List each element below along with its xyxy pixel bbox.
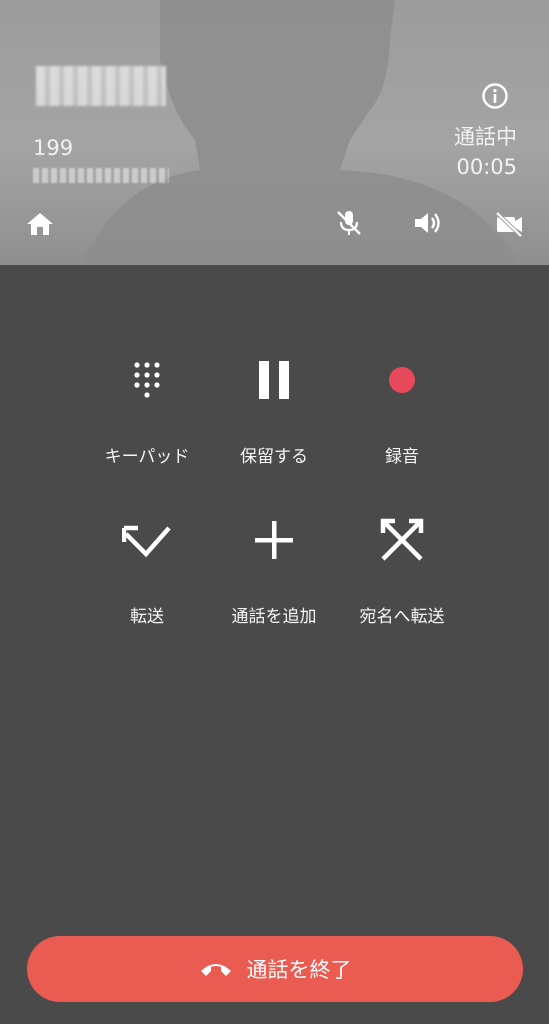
- hangup-icon: [199, 961, 233, 977]
- video-off-icon[interactable]: [494, 210, 524, 238]
- transfer-icon: [82, 510, 212, 570]
- caller-detail-redacted: [33, 168, 169, 183]
- pause-icon: [209, 350, 339, 410]
- direct-transfer-button[interactable]: 宛名へ転送: [337, 510, 467, 627]
- mic-muted-icon[interactable]: [334, 208, 364, 238]
- keypad-button[interactable]: キーパッド: [82, 350, 212, 467]
- direct-transfer-icon: [337, 510, 467, 570]
- caller-header: 199 通話中 00:05: [0, 0, 549, 265]
- add-call-label: 通話を追加: [231, 607, 317, 627]
- direct-transfer-label: 宛名へ転送: [359, 607, 445, 627]
- end-call-button[interactable]: 通話を終了: [27, 936, 523, 1002]
- transfer-label: 転送: [130, 607, 164, 627]
- caller-number: 199: [33, 136, 74, 160]
- record-label: 録音: [385, 447, 419, 467]
- keypad-label: キーパッド: [104, 447, 190, 467]
- home-icon[interactable]: [26, 210, 54, 238]
- transfer-button[interactable]: 転送: [82, 510, 212, 627]
- add-call-button[interactable]: 通話を追加: [209, 510, 339, 627]
- call-duration: 00:05: [456, 155, 517, 179]
- record-button[interactable]: 録音: [337, 350, 467, 467]
- caller-name-redacted: [36, 66, 166, 106]
- end-call-label: 通話を終了: [246, 958, 352, 982]
- call-status: 通話中: [454, 125, 517, 149]
- hold-label: 保留する: [240, 447, 308, 467]
- plus-icon: [209, 510, 339, 570]
- record-icon: [337, 350, 467, 410]
- dialpad-icon: [82, 350, 212, 410]
- hold-button[interactable]: 保留する: [209, 350, 339, 467]
- speaker-icon[interactable]: [412, 208, 444, 238]
- info-icon[interactable]: [481, 82, 509, 110]
